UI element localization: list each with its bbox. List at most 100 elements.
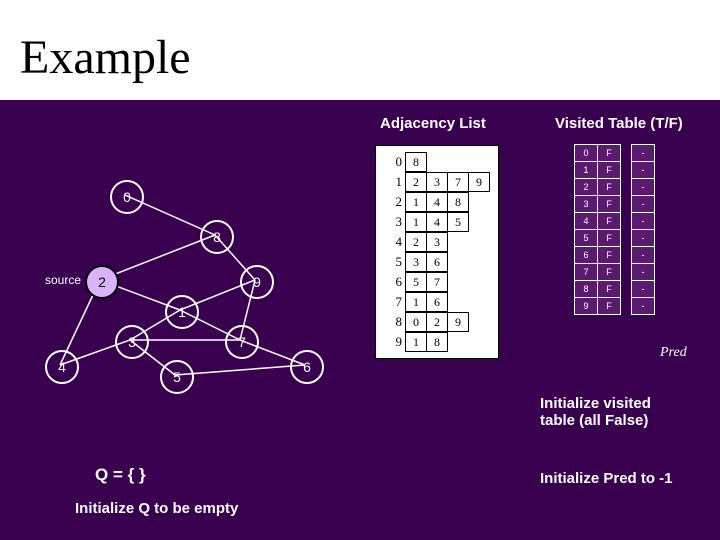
adj-row-6: 657 [384, 272, 490, 292]
adj-cell: 1 [405, 212, 427, 232]
vt-index: 7 [574, 263, 598, 281]
adj-cell: 6 [426, 252, 448, 272]
note-init-pred: Initialize Pred to -1 [540, 470, 673, 487]
adj-row-8: 8029 [384, 312, 490, 332]
vt-row-9: 9F- [575, 298, 655, 315]
adj-cell: 1 [405, 292, 427, 312]
adj-cell: 6 [426, 292, 448, 312]
vt-pred: - [631, 246, 655, 264]
adjacency-list: 0812379214831454235366577168029918 [375, 145, 499, 359]
note-init-visited: Initialize visited table (all False) [540, 395, 651, 429]
note-init-queue: Initialize Q to be empty [75, 500, 238, 517]
adj-cell: 0 [405, 312, 427, 332]
adj-index: 3 [384, 214, 406, 230]
adj-cell: 1 [405, 192, 427, 212]
vt-visited: F [597, 161, 621, 179]
node-4: 4 [45, 350, 79, 384]
adj-cell: 5 [405, 272, 427, 292]
vt-row-4: 4F- [575, 213, 655, 230]
vt-index: 0 [574, 144, 598, 162]
vt-visited: F [597, 229, 621, 247]
vt-row-5: 5F- [575, 230, 655, 247]
vt-row-0: 0F- [575, 145, 655, 162]
adj-cell: 4 [426, 192, 448, 212]
vt-visited: F [597, 178, 621, 196]
adj-cell: 2 [405, 172, 427, 192]
adj-cell: 9 [468, 172, 490, 192]
adj-index: 4 [384, 234, 406, 250]
adj-index: 8 [384, 314, 406, 330]
adj-cell: 7 [426, 272, 448, 292]
adj-row-3: 3145 [384, 212, 490, 232]
adj-cell: 8 [426, 332, 448, 352]
adj-row-2: 2148 [384, 192, 490, 212]
vt-pred: - [631, 178, 655, 196]
vt-pred: - [631, 195, 655, 213]
vt-visited: F [597, 212, 621, 230]
vt-visited: F [597, 246, 621, 264]
vt-visited: F [597, 195, 621, 213]
visited-table: 0F-1F-2F-3F-4F-5F-6F-7F-8F-9F- [575, 145, 655, 315]
node-9: 9 [240, 265, 274, 299]
adj-index: 0 [384, 154, 406, 170]
vt-row-2: 2F- [575, 179, 655, 196]
node-3: 3 [115, 325, 149, 359]
adj-cell: 5 [447, 212, 469, 232]
adj-row-9: 918 [384, 332, 490, 352]
vt-visited: F [597, 297, 621, 315]
node-6: 6 [290, 350, 324, 384]
adj-row-0: 08 [384, 152, 490, 172]
adj-cell: 8 [447, 192, 469, 212]
adj-row-5: 536 [384, 252, 490, 272]
vt-visited: F [597, 144, 621, 162]
adj-row-1: 12379 [384, 172, 490, 192]
vt-index: 6 [574, 246, 598, 264]
vt-index: 4 [574, 212, 598, 230]
adj-index: 6 [384, 274, 406, 290]
adj-cell: 2 [426, 312, 448, 332]
adj-index: 2 [384, 194, 406, 210]
node-0: 0 [110, 180, 144, 214]
visited-table-label: Visited Table (T/F) [555, 115, 683, 132]
adjacency-list-label: Adjacency List [380, 115, 486, 132]
vt-visited: F [597, 280, 621, 298]
slide: Graph / Slide 38 Example Adjacency List … [0, 0, 720, 540]
vt-pred: - [631, 144, 655, 162]
adj-cell: 3 [405, 252, 427, 272]
adj-cell: 1 [405, 332, 427, 352]
vt-pred: - [631, 212, 655, 230]
adj-row-7: 716 [384, 292, 490, 312]
vt-pred: - [631, 161, 655, 179]
vt-index: 9 [574, 297, 598, 315]
vt-index: 1 [574, 161, 598, 179]
vt-pred: - [631, 263, 655, 281]
adj-index: 1 [384, 174, 406, 190]
vt-index: 5 [574, 229, 598, 247]
vt-index: 8 [574, 280, 598, 298]
adj-row-4: 423 [384, 232, 490, 252]
slide-title: Example [20, 30, 191, 85]
adj-cell: 3 [426, 172, 448, 192]
queue-value: { } [128, 465, 146, 484]
adj-cell: 2 [405, 232, 427, 252]
adj-index: 5 [384, 254, 406, 270]
node-8: 8 [200, 220, 234, 254]
adj-cell: 7 [447, 172, 469, 192]
vt-pred: - [631, 297, 655, 315]
adj-cell: 9 [447, 312, 469, 332]
adj-cell: 3 [426, 232, 448, 252]
vt-row-8: 8F- [575, 281, 655, 298]
pred-label: Pred [660, 345, 687, 361]
vt-row-7: 7F- [575, 264, 655, 281]
queue-label: Q = { } [95, 465, 146, 485]
adj-cell: 4 [426, 212, 448, 232]
adj-index: 7 [384, 294, 406, 310]
node-7: 7 [225, 325, 259, 359]
vt-row-3: 3F- [575, 196, 655, 213]
source-label: source [45, 273, 81, 287]
vt-pred: - [631, 280, 655, 298]
adj-cell: 8 [405, 152, 427, 172]
vt-pred: - [631, 229, 655, 247]
adj-index: 9 [384, 334, 406, 350]
vt-visited: F [597, 263, 621, 281]
